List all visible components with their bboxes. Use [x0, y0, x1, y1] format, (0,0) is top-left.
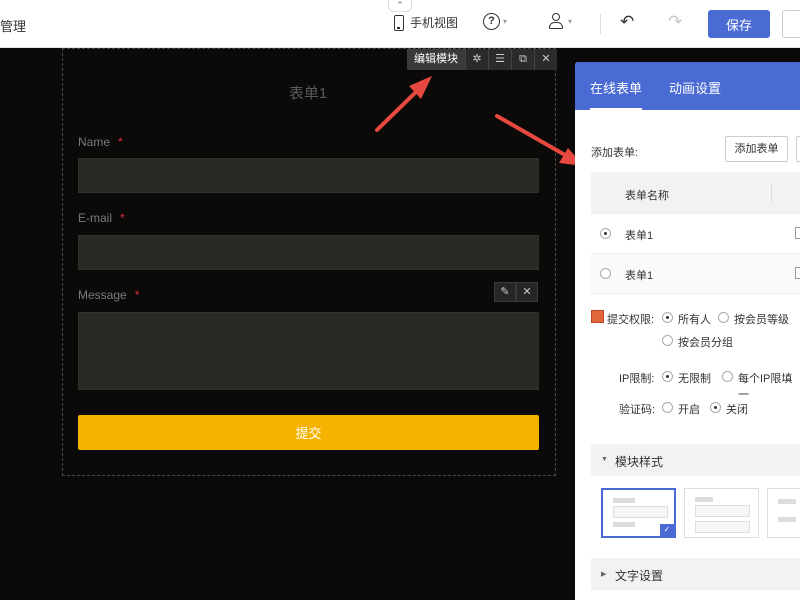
phone-icon [394, 14, 404, 31]
style-option-3[interactable] [767, 488, 800, 538]
module-style-section[interactable]: ▼ 模块样式 [591, 444, 800, 476]
help-menu[interactable]: ? ▾ [483, 13, 507, 30]
permission-everyone-label: 所有人 [678, 314, 711, 326]
mobile-view-label: 手机视图 [410, 16, 459, 30]
user-icon [548, 13, 564, 30]
name-field-label: Name * [78, 135, 123, 149]
undo-icon[interactable]: ↶ [620, 12, 634, 32]
secondary-form-button[interactable] [796, 136, 800, 162]
captcha-on-radio[interactable] [662, 402, 673, 413]
manage-menu[interactable]: 管理 [0, 16, 26, 35]
ip-unlimited-label: 无限制 [678, 373, 711, 385]
top-toolbar: 管理 ⌃ 手机视图 ? ▾ ▾ ↶ ↷ 保存 [0, 0, 800, 48]
pencil-icon[interactable]: ✎ [494, 282, 516, 302]
collapse-toolbar-handle[interactable]: ⌃ [388, 0, 412, 12]
email-input[interactable] [78, 235, 539, 270]
panel-tabs: 在线表单 动画设置 [575, 62, 800, 110]
ip-once-label: 每个IP限填一 [738, 373, 793, 401]
permission-member-group-label: 按会员分组 [678, 337, 733, 349]
chevron-up-icon: ⌃ [396, 0, 404, 10]
more-button[interactable] [782, 10, 800, 38]
permission-icon [591, 310, 604, 323]
text-settings-section[interactable]: ▶ 文字设置 [591, 558, 800, 590]
settings-icon[interactable]: ✲ [465, 49, 488, 70]
row-radio[interactable] [600, 228, 611, 239]
user-menu[interactable]: ▾ [548, 13, 572, 30]
name-input[interactable] [78, 158, 539, 193]
check-icon: ✓ [660, 524, 674, 536]
captcha-label: 验证码: [619, 404, 656, 416]
save-button[interactable]: 保存 [708, 10, 770, 38]
add-form-button[interactable]: 添加表单 [725, 136, 788, 162]
caret-down-icon: ▾ [503, 17, 508, 26]
caret-down-icon: ▾ [568, 17, 573, 26]
form-title: 表单1 [288, 85, 328, 102]
close-icon[interactable]: ✕ [534, 49, 557, 70]
captcha-off-label: 关闭 [726, 404, 748, 416]
column-divider [771, 184, 772, 202]
required-mark: * [134, 288, 140, 302]
ip-once-radio[interactable] [722, 371, 733, 382]
module-toolbar: 编辑模块 ✲ ☰ ⧉ ✕ [407, 49, 557, 70]
permission-member-level-label: 按会员等级 [734, 314, 789, 326]
table-row[interactable]: 表单1 [591, 254, 800, 294]
ip-unlimited-radio[interactable] [662, 371, 673, 382]
form-name-cell: 表单1 [625, 230, 654, 242]
redo-icon[interactable]: ↷ [668, 12, 682, 32]
toolbar-divider [600, 14, 601, 34]
required-mark: * [120, 211, 125, 225]
edit-module-button[interactable]: 编辑模块 [407, 49, 465, 70]
field-toolbar: ✎ ✕ [494, 282, 538, 302]
triangle-right-icon: ▶ [601, 571, 607, 578]
form-name-cell: 表单1 [625, 270, 654, 282]
ip-limit-label: IP限制: [619, 373, 655, 385]
captcha-off-radio[interactable] [710, 402, 721, 413]
message-field-label: Message * [78, 288, 140, 302]
row-checkbox[interactable] [795, 267, 800, 279]
settings-panel: 在线表单 动画设置 添加表单: 添加表单 表单名称 表单1 表单1 提交权限: … [575, 62, 800, 600]
column-header-form-name: 表单名称 [625, 190, 669, 202]
close-icon[interactable]: ✕ [516, 282, 538, 302]
add-form-label: 添加表单: [591, 147, 639, 159]
table-header: 表单名称 [591, 172, 800, 214]
text-settings-label: 文字设置 [615, 569, 664, 583]
style-option-2[interactable] [684, 488, 759, 538]
message-textarea[interactable] [78, 312, 539, 390]
tab-online-form[interactable]: 在线表单 [590, 78, 643, 110]
permission-member-level-radio[interactable] [718, 312, 729, 323]
email-field-label: E-mail * [78, 211, 125, 225]
mobile-view-button[interactable]: 手机视图 [394, 14, 458, 31]
row-radio[interactable] [600, 268, 611, 279]
help-icon: ? [483, 13, 500, 30]
style-option-1[interactable]: ✓ [601, 488, 676, 538]
table-row[interactable]: 表单1 [591, 214, 800, 254]
row-checkbox[interactable] [795, 227, 800, 239]
required-mark: * [118, 135, 123, 149]
submit-permission-label: 提交权限: [607, 314, 655, 326]
submit-button[interactable]: 提交 [78, 415, 539, 450]
permission-member-group-radio[interactable] [662, 335, 673, 346]
permission-everyone-radio[interactable] [662, 312, 673, 323]
module-style-label: 模块样式 [615, 455, 664, 469]
forms-table: 表单名称 表单1 表单1 [591, 172, 800, 294]
triangle-down-icon: ▼ [601, 456, 608, 463]
copy-icon[interactable]: ⧉ [511, 49, 534, 70]
style-icon[interactable]: ☰ [488, 49, 511, 70]
captcha-on-label: 开启 [678, 404, 700, 416]
tab-animation-settings[interactable]: 动画设置 [669, 78, 721, 97]
